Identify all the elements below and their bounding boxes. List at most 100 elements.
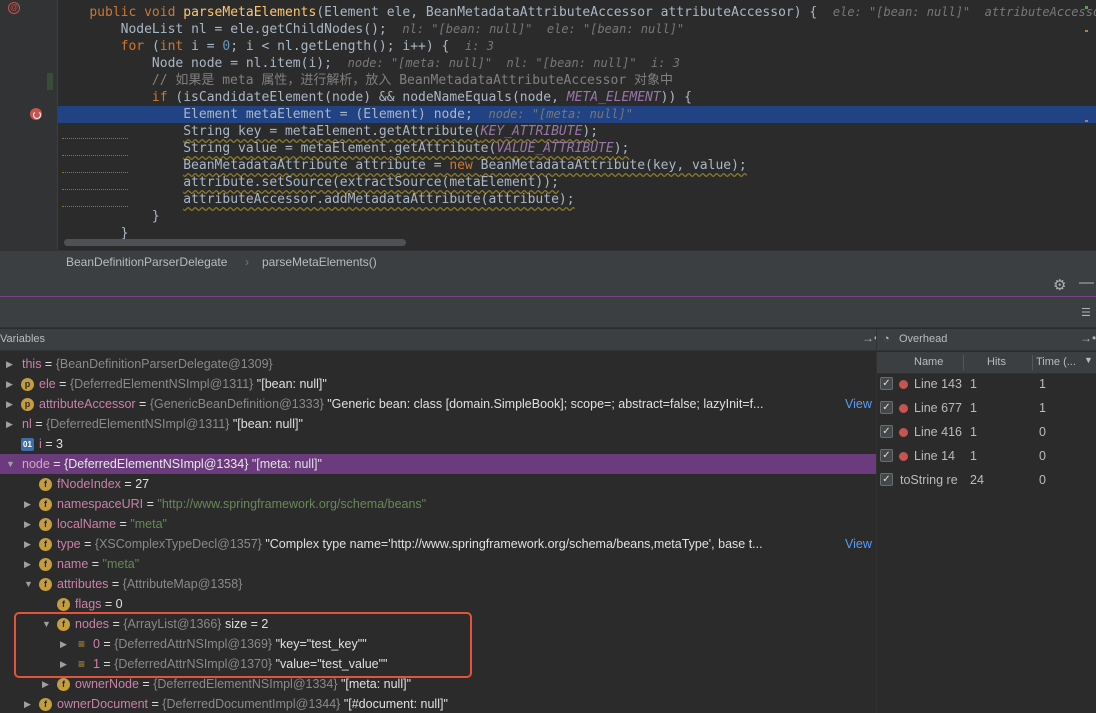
breadcrumb-class[interactable]: BeanDefinitionParserDelegate bbox=[66, 255, 227, 269]
code-editor[interactable]: @ public void parseMetaElements(Element … bbox=[0, 0, 1096, 250]
overhead-time: 0 bbox=[1039, 473, 1046, 487]
field-icon: f bbox=[39, 698, 52, 711]
variable-name: 1 bbox=[93, 657, 100, 671]
expand-arrow-icon[interactable]: ▶ bbox=[24, 694, 34, 713]
variable-row[interactable]: ▼ f nodes = {ArrayList@1366} size = 2 bbox=[0, 614, 876, 634]
variable-row[interactable]: ▶ f name = "meta" bbox=[0, 554, 876, 574]
collapse-arrow-icon[interactable]: ▼ bbox=[42, 614, 52, 634]
code-line[interactable]: String key = metaElement.getAttribute(KE… bbox=[58, 123, 1096, 140]
field-icon: f bbox=[39, 518, 52, 531]
horizontal-scrollbar[interactable] bbox=[64, 239, 406, 246]
layout-icon[interactable]: ☰ bbox=[1081, 306, 1091, 319]
change-marker bbox=[47, 73, 53, 90]
overhead-row[interactable]: ✓ Line 14 1 0 bbox=[877, 444, 1096, 468]
gear-icon[interactable]: ⚙ bbox=[1053, 276, 1066, 294]
variable-row[interactable]: ▶ ≡ 1 = {DeferredAttrNSImpl@1370} "value="… bbox=[0, 654, 876, 674]
code-line[interactable]: NodeList nl = ele.getChildNodes(); nl: "… bbox=[58, 21, 1096, 38]
view-link[interactable]: View bbox=[845, 534, 872, 554]
sort-arrow-icon[interactable]: ▼ bbox=[1084, 355, 1093, 365]
parameter-icon: p bbox=[21, 378, 34, 391]
variable-row[interactable]: f flags = 0 bbox=[0, 594, 876, 614]
field-icon: f bbox=[57, 618, 70, 631]
breadcrumb-method[interactable]: parseMetaElements() bbox=[262, 255, 377, 269]
expand-arrow-icon[interactable]: ▶ bbox=[6, 414, 16, 434]
variable-row[interactable]: ▶ p attributeAccessor = {GenericBeanDefini… bbox=[0, 394, 876, 414]
field-icon: f bbox=[57, 598, 70, 611]
override-marker-icon[interactable]: @ bbox=[8, 2, 20, 14]
variable-row[interactable]: ▶ f localName = "meta" bbox=[0, 514, 876, 534]
variable-name: ownerDocument bbox=[57, 697, 149, 711]
variable-row[interactable]: ▶ p ele = {DeferredElementNSImpl@1311} "[b… bbox=[0, 374, 876, 394]
expand-arrow-icon[interactable]: ▶ bbox=[24, 534, 34, 554]
row-checkbox[interactable]: ✓ bbox=[880, 401, 893, 414]
variable-row[interactable]: 01 i = 3 bbox=[0, 434, 876, 454]
variable-row[interactable]: ▶ f ownerNode = {DeferredElementNSImpl@133… bbox=[0, 674, 876, 694]
expand-arrow-icon[interactable]: ▶ bbox=[60, 654, 70, 674]
code-line[interactable]: attribute.setSource(extractSource(metaEl… bbox=[58, 174, 1096, 191]
column-hits[interactable]: Hits bbox=[987, 356, 1006, 368]
expand-arrow-icon[interactable]: ▶ bbox=[42, 674, 52, 694]
code-line[interactable]: // 如果是 meta 属性，进行解析，放入 BeanMetadataAttri… bbox=[58, 72, 1096, 89]
variable-string-value: "meta" bbox=[130, 517, 167, 531]
expand-arrow-icon[interactable]: ▶ bbox=[6, 374, 16, 394]
expand-arrow-icon[interactable]: ▶ bbox=[6, 354, 16, 374]
overhead-row[interactable]: ✓ toString re 24 0 bbox=[877, 468, 1096, 492]
variable-row[interactable]: ▶ this = {BeanDefinitionParserDelegate@13… bbox=[0, 354, 876, 374]
variable-row[interactable]: ▶ nl = {DeferredElementNSImpl@1311} "[bea… bbox=[0, 414, 876, 434]
code-line[interactable]: String value = metaElement.getAttribute(… bbox=[58, 140, 1096, 157]
code-line[interactable]: Node node = nl.item(i); node: "[meta: nu… bbox=[58, 55, 1096, 72]
variables-tree[interactable]: ▶ this = {BeanDefinitionParserDelegate@13… bbox=[0, 352, 876, 713]
overhead-row[interactable]: ✓ Line 677 1 1 bbox=[877, 396, 1096, 420]
view-link[interactable]: View bbox=[845, 394, 872, 414]
code-line[interactable]: Element metaElement = (Element) node; no… bbox=[58, 106, 1096, 123]
editor-gutter[interactable]: @ bbox=[0, 0, 58, 250]
variable-row[interactable]: ▼ f attributes = {AttributeMap@1358} bbox=[0, 574, 876, 594]
expand-arrow-icon[interactable]: ▶ bbox=[6, 394, 16, 414]
variable-row[interactable]: ▶ f ownerDocument = {DeferredDocumentImpl@… bbox=[0, 694, 876, 713]
code-line[interactable]: for (int i = 0; i < nl.getLength(); i++)… bbox=[58, 38, 1096, 55]
variable-string-value: "http://www.springframework.org/schema/b… bbox=[157, 497, 427, 511]
variable-string-value: "meta" bbox=[102, 557, 140, 571]
variable-row[interactable]: ▶ f type = {XSComplexTypeDecl@1357} "Compl… bbox=[0, 534, 876, 554]
variable-value: "[#document: null]" bbox=[340, 697, 448, 711]
overhead-table[interactable]: ✓ Line 143 1 1 ✓ Line 677 1 1 ✓ Line 416 1 0 ✓ Line 1… bbox=[877, 374, 1096, 713]
restore-layout-icon[interactable]: →• bbox=[1080, 331, 1096, 345]
row-checkbox[interactable]: ✓ bbox=[880, 473, 893, 486]
variable-type: {ArrayList@1366} bbox=[123, 617, 222, 631]
column-name[interactable]: Name bbox=[914, 356, 943, 368]
parameter-icon: p bbox=[21, 398, 34, 411]
row-checkbox[interactable]: ✓ bbox=[880, 377, 893, 390]
overhead-row[interactable]: ✓ Line 143 1 1 bbox=[877, 372, 1096, 396]
code-line[interactable]: } bbox=[58, 208, 1096, 225]
overhead-row[interactable]: ✓ Line 416 1 0 bbox=[877, 420, 1096, 444]
variable-row[interactable]: ▼ node = {DeferredElementNSImpl@1334} "[m… bbox=[0, 454, 876, 474]
variable-name: nodes bbox=[75, 617, 110, 631]
code-area[interactable]: public void parseMetaElements(Element el… bbox=[58, 0, 1096, 250]
overhead-header: ◔ Overhead →• bbox=[877, 329, 1096, 351]
expand-arrow-icon[interactable]: ▶ bbox=[24, 554, 34, 574]
variable-value: "[bean: null]" bbox=[229, 417, 303, 431]
variable-row[interactable]: ▶ f namespaceURI = "http://www.springframe… bbox=[0, 494, 876, 514]
expand-arrow-icon[interactable]: ▶ bbox=[24, 494, 34, 514]
row-checkbox[interactable]: ✓ bbox=[880, 449, 893, 462]
variable-row[interactable]: ▶ ≡ 0 = {DeferredAttrNSImpl@1369} "key="te… bbox=[0, 634, 876, 654]
variable-value: "key="test_key"" bbox=[272, 637, 367, 651]
primitive-icon: 01 bbox=[21, 438, 34, 451]
code-line[interactable]: attributeAccessor.addMetadataAttribute(a… bbox=[58, 191, 1096, 208]
field-icon: f bbox=[39, 478, 52, 491]
expand-arrow-icon[interactable]: ▶ bbox=[60, 634, 70, 654]
minimize-icon[interactable]: — bbox=[1079, 274, 1094, 291]
overhead-name: toString re bbox=[900, 473, 958, 487]
expand-arrow-icon[interactable]: ▶ bbox=[24, 514, 34, 534]
code-line[interactable]: public void parseMetaElements(Element el… bbox=[58, 4, 1096, 21]
variable-name: flags bbox=[75, 597, 102, 611]
breakpoint-icon[interactable] bbox=[30, 108, 42, 120]
code-line[interactable]: if (isCandidateElement(node) && nodeName… bbox=[58, 89, 1096, 106]
collapse-arrow-icon[interactable]: ▼ bbox=[6, 454, 16, 474]
column-time[interactable]: Time (... bbox=[1036, 356, 1076, 368]
breakpoint-icon bbox=[899, 380, 908, 389]
code-line[interactable]: BeanMetadataAttribute attribute = new Be… bbox=[58, 157, 1096, 174]
row-checkbox[interactable]: ✓ bbox=[880, 425, 893, 438]
collapse-arrow-icon[interactable]: ▼ bbox=[24, 574, 34, 594]
variable-row[interactable]: f fNodeIndex = 27 bbox=[0, 474, 876, 494]
